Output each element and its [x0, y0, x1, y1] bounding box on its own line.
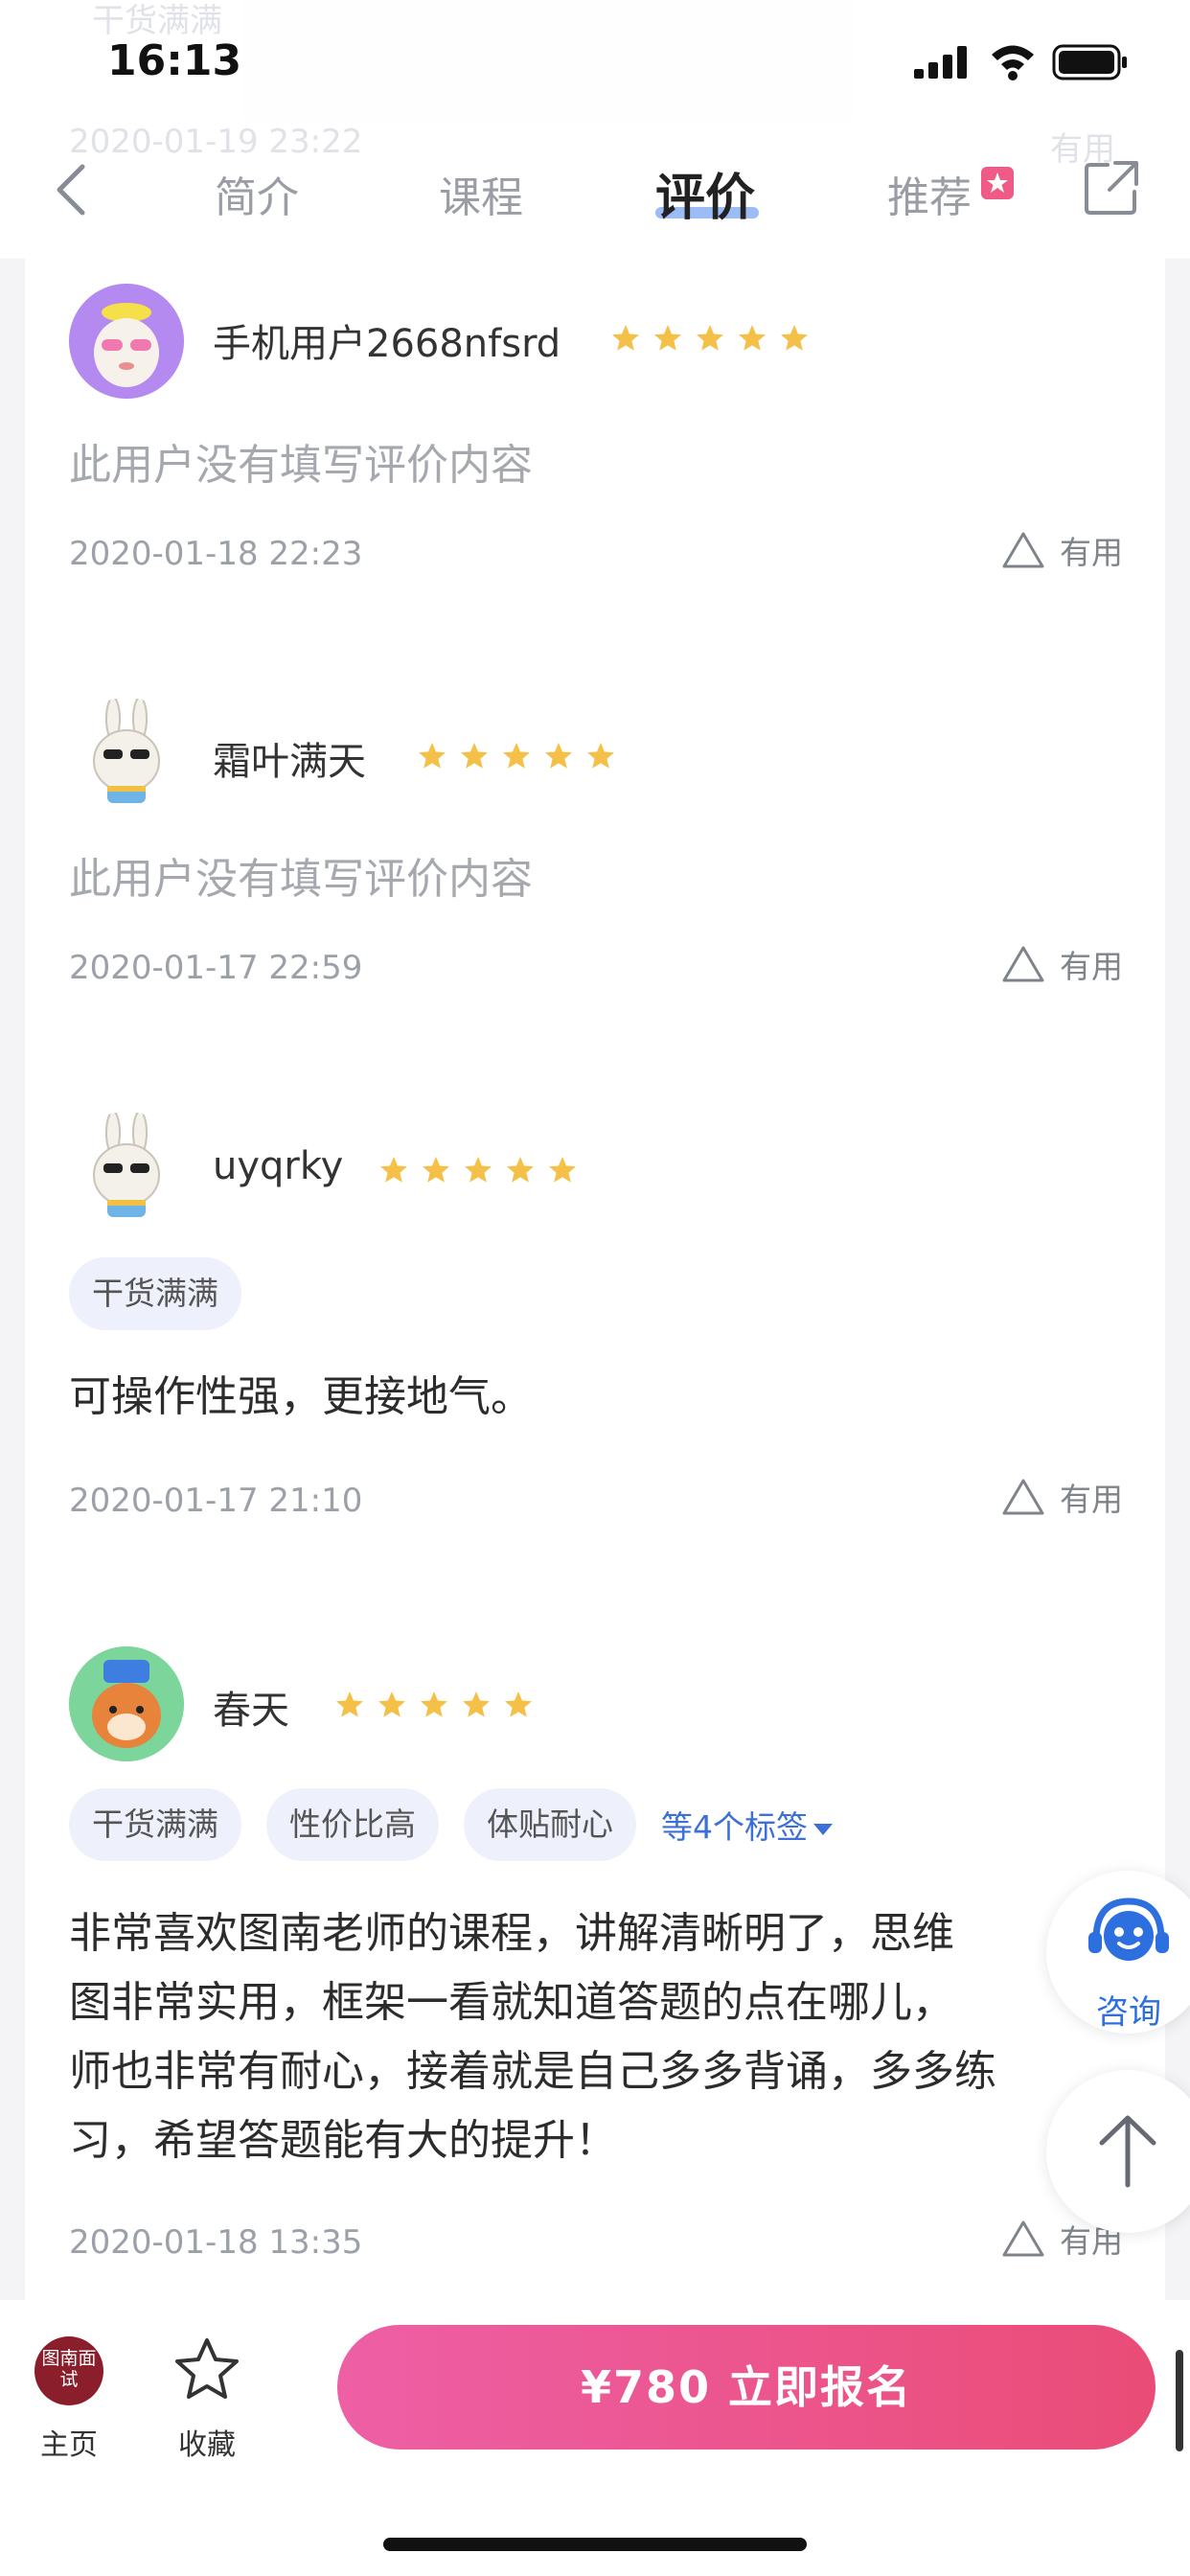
star-icon: [380, 1157, 407, 1183]
tab-recommend[interactable]: 推荐: [887, 163, 972, 224]
star-icon: [587, 743, 614, 769]
review-content: 非常喜欢图南老师的课程，讲解清晰明了，思维 图非常实用，框架一看就知道答题的点在…: [69, 1899, 1123, 2175]
status-time: 16:13: [107, 36, 242, 85]
review-content: 此用户没有填写评价内容: [69, 855, 533, 904]
tag-row: 干货满满 性价比高 体贴耐心 等4个标签: [69, 1788, 833, 1861]
star-icon: [545, 743, 572, 769]
more-tags-label: 等4个标签: [661, 1808, 808, 1846]
favorite-label[interactable]: 收藏: [178, 2421, 236, 2463]
star-icon: [654, 325, 681, 351]
star-icon: [781, 325, 808, 351]
wifi-icon: [992, 45, 1034, 80]
avatar[interactable]: [69, 284, 184, 399]
avatar[interactable]: [69, 1112, 184, 1227]
star-icon: [378, 1691, 405, 1717]
star-icon: [419, 743, 446, 769]
logo-text: 图南面试: [41, 2348, 97, 2390]
avatar[interactable]: [69, 698, 184, 813]
content-line: 师也非常有耐心，接着就是自己多多背诵，多多练: [69, 2047, 996, 2096]
useful-label: 有用: [1060, 948, 1123, 985]
bottom-action-bar: 图南面试 主页 收藏 ¥780 立即报名: [0, 2300, 1190, 2576]
scrolled-tag: 干货满满: [92, 2, 222, 40]
username[interactable]: 春天: [213, 1679, 289, 1735]
review-tag: 干货满满: [69, 1257, 241, 1330]
review-tag: 干货满满: [69, 1788, 241, 1861]
review-content: 此用户没有填写评价内容: [69, 441, 533, 490]
consult-label: 咨询: [1096, 1993, 1161, 2032]
battery-icon: [1052, 44, 1127, 80]
cellular-signal-icon: [914, 46, 967, 79]
star-icon: [336, 1691, 363, 1717]
review-date: 2020-01-17 21:10: [69, 1482, 363, 1520]
username[interactable]: 手机用户2668nfsrd: [213, 312, 561, 368]
top-navigation: 干货满满 2020-01-19 23:22 有用 16:13 简介 课程 评价 …: [0, 0, 1190, 259]
star-icon: [463, 1691, 490, 1717]
star-icon: [549, 1157, 576, 1183]
scrollbar-thumb[interactable]: [1176, 2350, 1183, 2451]
star-icon: [505, 1691, 532, 1717]
review-tag: 体贴耐心: [464, 1788, 636, 1861]
rating-stars: [335, 1690, 533, 1719]
share-icon[interactable]: [1083, 159, 1140, 217]
tab-reviews-label: 评价: [655, 170, 756, 227]
home-logo-icon[interactable]: 图南面试: [34, 2336, 103, 2405]
star-icon: [697, 325, 723, 351]
home-indicator: [383, 2538, 807, 2551]
enroll-button[interactable]: ¥780 立即报名: [337, 2325, 1156, 2450]
star-icon: [503, 743, 530, 769]
more-tags-button[interactable]: 等4个标签: [661, 1802, 833, 1848]
rating-stars: [418, 742, 615, 770]
review-tag: 性价比高: [266, 1788, 439, 1861]
star-icon: [739, 325, 766, 351]
tab-course[interactable]: 课程: [439, 163, 523, 224]
star-icon: [423, 1157, 449, 1183]
star-icon: [461, 743, 488, 769]
thumb-triangle-icon: [1002, 946, 1044, 982]
thumb-triangle-icon: [1002, 2220, 1044, 2257]
useful-button[interactable]: 有用: [1000, 941, 1123, 987]
star-outline-icon[interactable]: [172, 2334, 241, 2404]
star-icon: [421, 1691, 447, 1717]
customer-service-icon: [1088, 1898, 1169, 1961]
home-label[interactable]: 主页: [40, 2421, 98, 2463]
useful-button[interactable]: 有用: [1000, 1474, 1123, 1520]
avatar[interactable]: [69, 1646, 184, 1761]
content-line: 非常喜欢图南老师的课程，讲解清晰明了，思维: [69, 1909, 954, 1958]
star-icon: [612, 325, 639, 351]
star-icon: [465, 1157, 492, 1183]
caret-down-icon: [813, 1823, 833, 1835]
scrolled-date: 2020-01-19 23:22: [69, 123, 363, 161]
tag-row: 干货满满: [69, 1257, 241, 1330]
useful-label: 有用: [1060, 1481, 1123, 1518]
useful-label: 有用: [1060, 534, 1123, 571]
review-date: 2020-01-18 22:23: [69, 535, 363, 573]
arrow-up-icon: [1099, 2115, 1156, 2188]
star-icon: [507, 1157, 534, 1183]
review-date: 2020-01-17 22:59: [69, 949, 363, 987]
rating-stars: [379, 1156, 577, 1184]
recommend-badge-icon: [981, 167, 1014, 199]
username[interactable]: uyqrky: [213, 1144, 343, 1188]
content-line: 习，希望答题能有大的提升！: [69, 2116, 617, 2165]
thumb-triangle-icon: [1002, 1479, 1044, 1515]
tab-reviews[interactable]: 评价: [655, 157, 755, 229]
consult-button[interactable]: 咨询: [1046, 1871, 1190, 2034]
rating-stars: [611, 324, 809, 353]
username[interactable]: 霜叶满天: [213, 730, 366, 786]
thumb-triangle-icon: [1002, 532, 1044, 568]
tab-intro[interactable]: 简介: [215, 163, 299, 224]
useful-button[interactable]: 有用: [1000, 527, 1123, 573]
review-date: 2020-01-18 13:35: [69, 2223, 363, 2262]
back-arrow-icon[interactable]: [52, 161, 90, 218]
content-line: 图非常实用，框架一看就知道答题的点在哪儿，: [69, 1978, 954, 2027]
review-content: 可操作性强，更接地气。: [69, 1372, 533, 1421]
